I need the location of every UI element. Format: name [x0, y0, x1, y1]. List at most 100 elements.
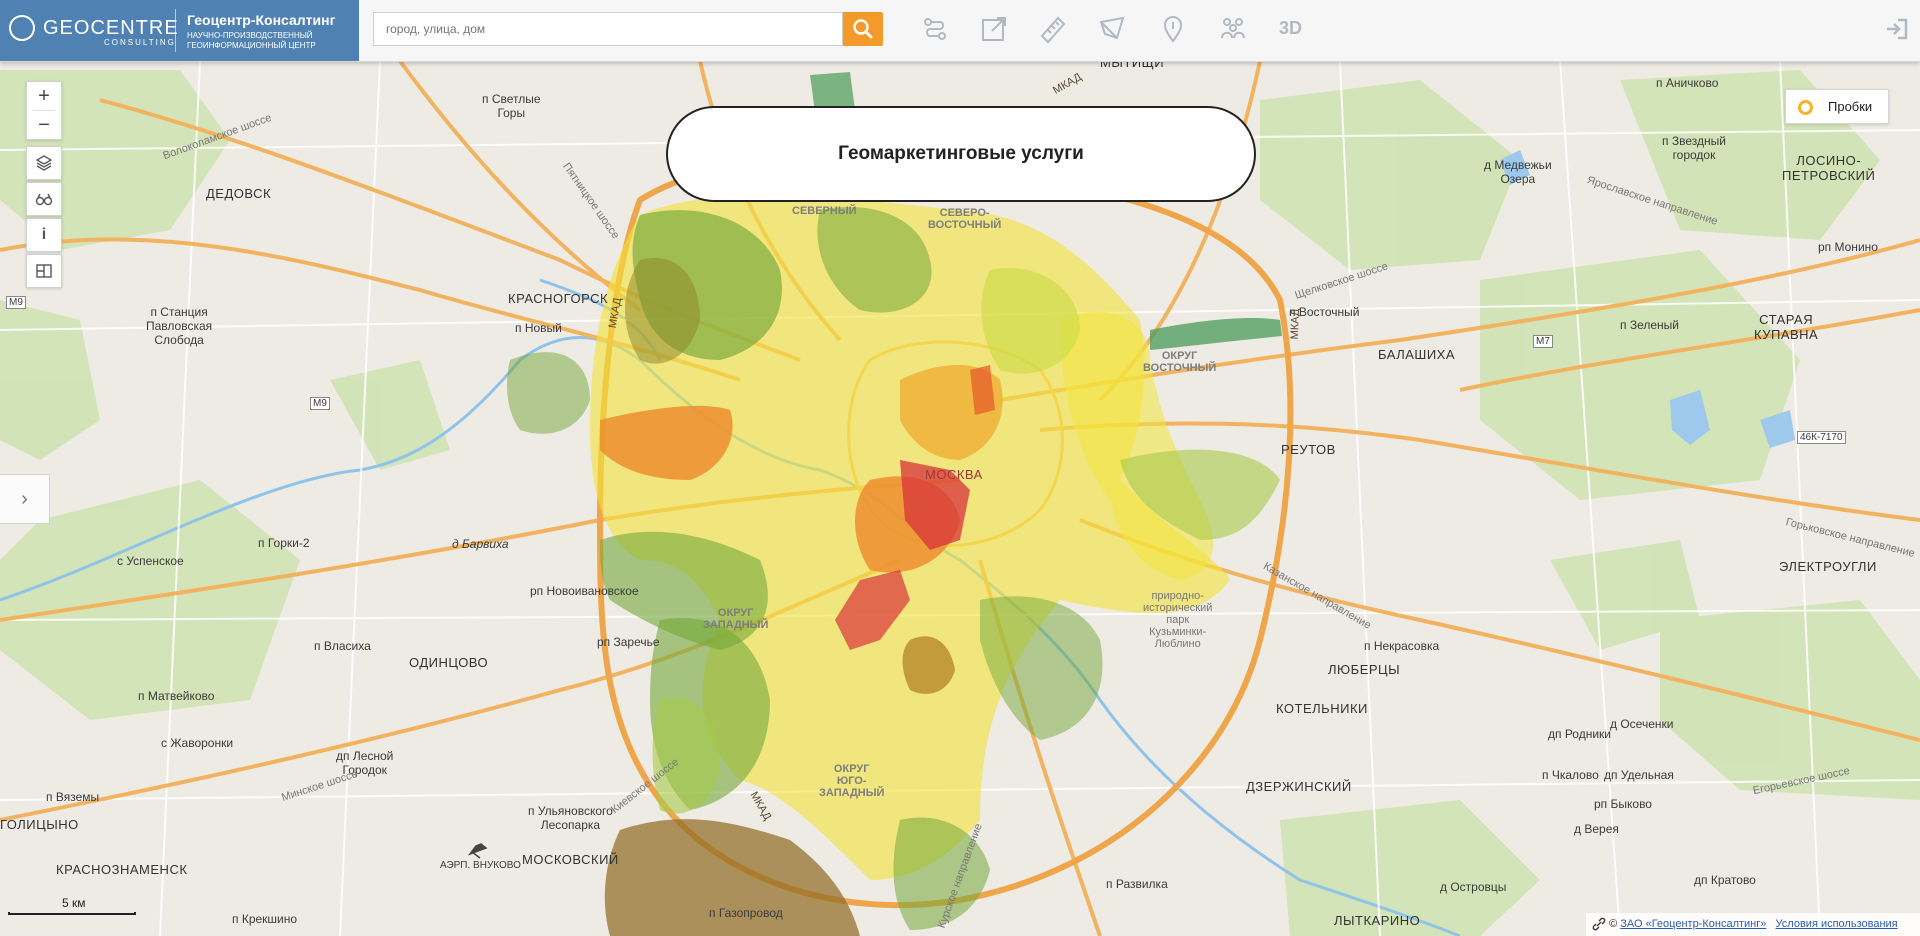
logo-ring-icon	[9, 15, 35, 41]
top-toolbar: GEOCENTRE CONSULTING Геоцентр-Консалтинг…	[0, 0, 1920, 62]
title-text: Геомаркетинговые услуги	[838, 143, 1084, 164]
title-overlay: Геомаркетинговые услуги	[666, 106, 1256, 202]
attribution-owner-link[interactable]: ЗАО «Геоцентр-Консалтинг»	[1620, 918, 1766, 930]
zoom-in-button[interactable]: +	[27, 82, 61, 110]
airport-label: АЭРП. ВНУКОВО	[440, 860, 521, 871]
place-vlasikha: п Власиха	[314, 639, 371, 653]
map-label-reutov: РЕУТОВ	[1281, 442, 1336, 457]
place-anichkovo: п Аничково	[1656, 76, 1719, 90]
place-stantsiya: п Станция Павловская Слобода	[146, 305, 213, 347]
district-label-northeast: СЕВЕРО- ВОСТОЧНЫЙ	[928, 207, 1002, 231]
side-panel-toggle[interactable]: ›	[0, 474, 50, 524]
map-label-balashikha: БАЛАШИХА	[1378, 347, 1456, 362]
map-label-moscow: МОСКВА	[925, 467, 983, 482]
ruler-button[interactable]	[1038, 14, 1068, 44]
traffic-icon	[1798, 100, 1813, 115]
place-bykovo: рп Быково	[1594, 797, 1652, 811]
place-novoivankovskoe: рп Новоивановское	[530, 584, 639, 598]
map-label-lytkarino: ЛЫТКАРИНО	[1334, 913, 1421, 928]
place-ostrovtsy: д Островцы	[1440, 880, 1507, 894]
road-shield-m9: M9	[310, 397, 330, 410]
brand-block[interactable]: GEOCENTRE CONSULTING Геоцентр-Консалтинг…	[0, 0, 359, 61]
logo-subtitle: CONSULTING	[104, 38, 176, 47]
road-shield-m9-west: M9	[6, 296, 26, 309]
place-zhavoronki: с Жаворонки	[161, 736, 234, 750]
place-barvikha: д Барвиха	[452, 537, 509, 551]
login-icon	[1887, 18, 1908, 40]
road-shield-m7: M7	[1533, 335, 1553, 348]
place-krekshino: п Крекшино	[232, 912, 298, 926]
road-label-mkad-east: МКАД	[1288, 308, 1302, 340]
place-kratovo: дп Кратово	[1694, 873, 1756, 887]
map-label-elektrougli: ЭЛЕКТРОУГЛИ	[1779, 559, 1877, 574]
placemark-icon	[1163, 15, 1183, 43]
place-medvezhyi: д Медвежьи Озера	[1484, 158, 1552, 186]
route-button[interactable]	[920, 14, 950, 44]
place-vyazemy: п Вяземы	[46, 790, 100, 804]
panorama-button[interactable]	[26, 254, 62, 288]
map-label-krasnoznamensk: КРАСНОЗНАМЕНСК	[56, 862, 188, 877]
district-label-east: ОКРУГ ВОСТОЧНЫЙ	[1143, 350, 1217, 374]
panorama-icon	[36, 264, 52, 278]
binoculars-icon	[35, 193, 53, 206]
map-label-lyubertsy: ЛЮБЕРЦЫ	[1328, 662, 1401, 677]
place-zvezdny: п Звездный городок	[1662, 134, 1726, 162]
map-label-moskovsky: МОСКОВСКИЙ	[522, 852, 619, 867]
map-label-staraya-kupavna: СТАРАЯ КУПАВНА	[1754, 312, 1819, 342]
traffic-toggle[interactable]: Пробки	[1785, 89, 1889, 124]
scale-bar	[8, 912, 136, 915]
place-nekrasovka: п Некрасовка	[1364, 639, 1440, 653]
search-button[interactable]	[843, 12, 883, 46]
info-button[interactable]: i	[26, 218, 62, 252]
map-scale: 5 км	[8, 894, 136, 916]
district-label-north: СЕВЕРНЫЙ	[792, 205, 857, 217]
zoom-out-button[interactable]: −	[27, 111, 61, 139]
placemark-button[interactable]	[1158, 14, 1188, 44]
road-shield-46k: 46К-7170	[1797, 431, 1846, 444]
place-rodniki: дп Родники	[1548, 727, 1612, 741]
search-box	[373, 12, 843, 46]
park-kuzminki: природно- исторический парк Кузьминки- Л…	[1143, 590, 1213, 650]
map-label-golitsyno: ГОЛИЦЫНО	[0, 817, 79, 832]
terms-of-use-link[interactable]: Условия использования	[1776, 918, 1898, 930]
map-label-losino-petrovsky: ЛОСИНО- ПЕТРОВСКИЙ	[1782, 153, 1876, 183]
place-zarechye: рп Заречье	[597, 635, 660, 649]
search-input[interactable]	[374, 13, 838, 45]
3d-button[interactable]: 3D	[1279, 18, 1302, 39]
people-button[interactable]	[1218, 14, 1248, 44]
place-svetlye-gory: п Светлые Горы	[482, 92, 541, 120]
place-usenskoe: с Успенское	[117, 554, 184, 568]
brand-title: Геоцентр-Консалтинг	[187, 12, 336, 28]
place-gorki-2: п Горки-2	[258, 536, 310, 550]
brand-tagline-1: НАУЧНО-ПРОИЗВОДСТВЕННЫЙ	[187, 31, 313, 40]
area-measure-button[interactable]	[1097, 14, 1127, 44]
layers-icon	[35, 155, 53, 171]
map-label-krasnogorsk: КРАСНОГОРСК	[508, 291, 609, 306]
scale-label: 5 км	[62, 896, 86, 910]
binoculars-button[interactable]	[26, 182, 62, 216]
place-gazoprovod: п Газопровод	[709, 906, 783, 920]
place-zeleny: п Зеленый	[1620, 318, 1679, 332]
map-label-kotelniki: КОТЕЛЬНИКИ	[1276, 701, 1368, 716]
attribution: © ЗАО «Геоцентр-Консалтинг» Условия испо…	[1586, 913, 1920, 936]
place-osechki: д Осеченки	[1610, 717, 1674, 731]
logo-wordmark: GEOCENTRE	[43, 17, 179, 39]
place-chkalovo: п Чкалово	[1542, 768, 1599, 782]
district-label-west: ОКРУГ ЗАПАДНЫЙ	[703, 607, 769, 631]
people-icon	[1221, 18, 1245, 39]
place-monino: рп Монино	[1818, 240, 1878, 254]
place-ulyanovskogo: п Ульяновского Лесопарка	[528, 804, 613, 832]
place-vereya: д Верея	[1574, 822, 1619, 836]
layers-button[interactable]	[26, 146, 62, 180]
map-label-dzerzhinsky: ДЗЕРЖИНСКИЙ	[1246, 779, 1352, 794]
place-novy: п Новый	[515, 321, 562, 335]
district-label-southwest: ОКРУГ ЮГО- ЗАПАДНЫЙ	[819, 763, 885, 799]
login-button[interactable]	[1884, 16, 1910, 42]
link-icon	[1592, 917, 1606, 931]
attribution-copyright: ©	[1609, 918, 1618, 930]
brand-tagline-2: ГЕОИНФОРМАЦИОННЫЙ ЦЕНТР	[187, 41, 316, 50]
area-measure-icon	[1099, 16, 1125, 40]
share-button[interactable]	[979, 14, 1009, 44]
place-matveikovo: п Матвейково	[138, 689, 215, 703]
search-icon	[853, 19, 873, 39]
